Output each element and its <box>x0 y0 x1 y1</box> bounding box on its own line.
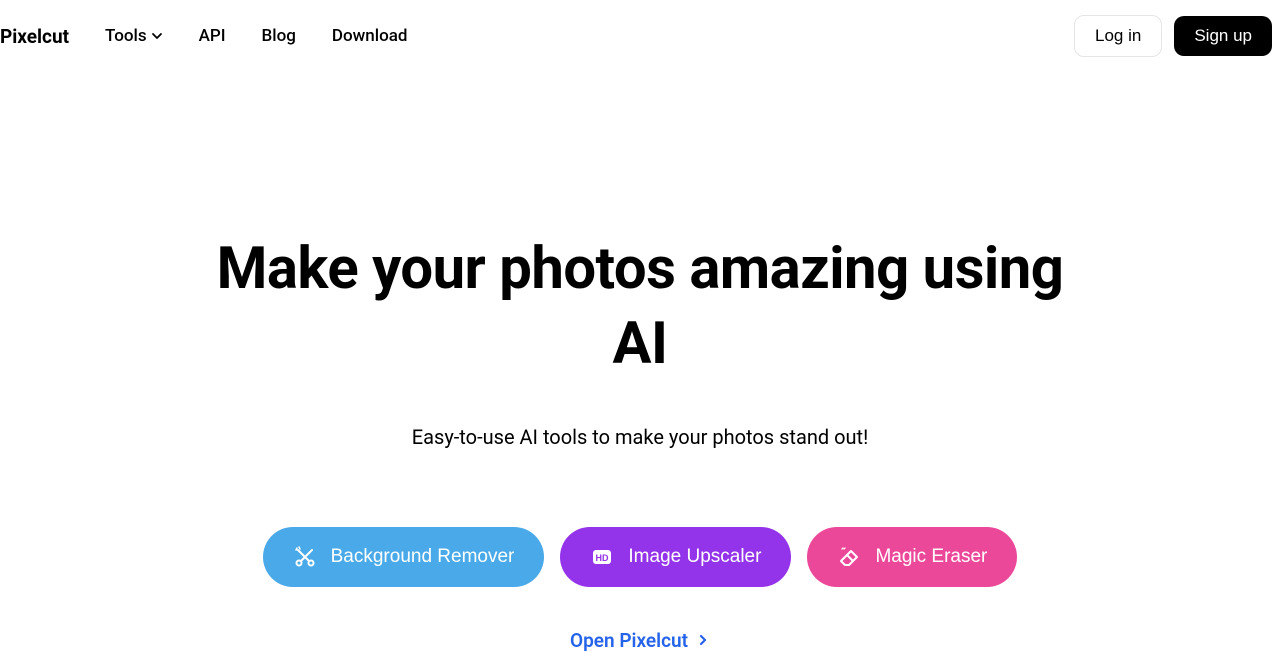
open-link-label: Open Pixelcut <box>570 629 688 652</box>
eraser-label: Magic Eraser <box>875 546 987 568</box>
nav-right: Log in Sign up <box>1074 15 1280 57</box>
login-button[interactable]: Log in <box>1074 15 1162 57</box>
upscaler-label: Image Upscaler <box>628 546 761 568</box>
eraser-icon <box>837 545 861 569</box>
chevron-right-icon <box>696 629 710 652</box>
open-pixelcut-link[interactable]: Open Pixelcut <box>570 629 710 652</box>
hd-icon: HD <box>590 545 614 569</box>
nav-blog[interactable]: Blog <box>262 26 296 46</box>
hero-title: Make your photos amazing using AI <box>190 232 1090 383</box>
chevron-down-icon <box>151 30 163 42</box>
background-remover-button[interactable]: Background Remover <box>263 527 545 587</box>
logo[interactable]: Pixelcut <box>0 25 69 48</box>
hero-section: Make your photos amazing using AI Easy-t… <box>0 72 1280 652</box>
bg-remover-label: Background Remover <box>331 546 515 568</box>
svg-text:HD: HD <box>596 553 609 563</box>
hero-subtitle: Easy-to-use AI tools to make your photos… <box>412 425 868 449</box>
nav-left: Pixelcut Tools API Blog Download <box>0 25 407 48</box>
nav-tools[interactable]: Tools <box>105 26 163 46</box>
image-upscaler-button[interactable]: HD Image Upscaler <box>560 527 791 587</box>
signup-button[interactable]: Sign up <box>1174 16 1272 56</box>
tool-buttons: Background Remover HD Image Upscaler Mag <box>263 527 1018 587</box>
nav-tools-label: Tools <box>105 26 147 46</box>
scissors-icon <box>293 545 317 569</box>
magic-eraser-button[interactable]: Magic Eraser <box>807 527 1017 587</box>
header: Pixelcut Tools API Blog Download Log in … <box>0 0 1280 72</box>
nav-download[interactable]: Download <box>332 26 408 46</box>
nav-api[interactable]: API <box>199 26 226 46</box>
